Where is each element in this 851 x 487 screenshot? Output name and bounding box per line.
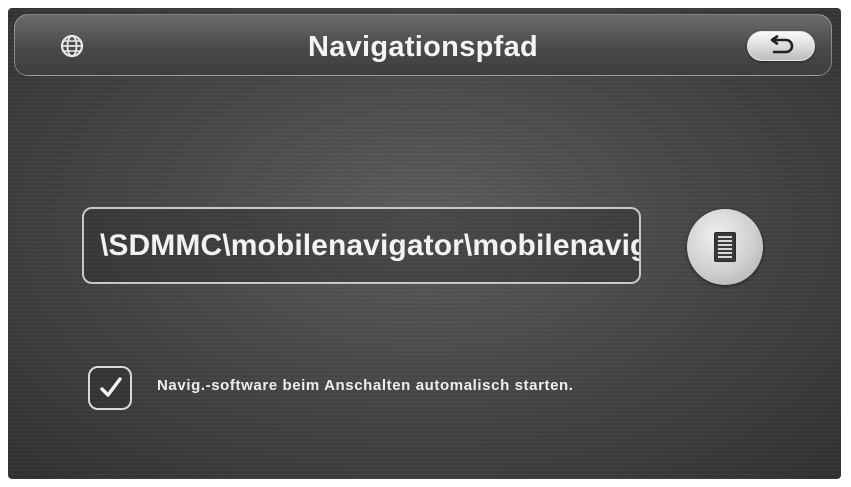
navigation-path-screen: Navigationspfad \SDMMC\mobilenavigator\m… — [8, 8, 841, 479]
checkmark-icon — [100, 377, 122, 397]
autostart-checkbox[interactable] — [88, 366, 132, 410]
document-list-icon — [714, 232, 736, 262]
title-bar: Navigationspfad — [14, 14, 832, 76]
return-arrow-icon — [770, 35, 794, 54]
navigation-path-value: \SDMMC\mobilenavigator\mobilenavig — [100, 229, 641, 262]
browse-button[interactable] — [687, 209, 763, 285]
autostart-label: Navig.-software beim Anschalten automali… — [157, 377, 574, 394]
navigation-path-input[interactable]: \SDMMC\mobilenavigator\mobilenavig — [82, 207, 641, 284]
page-title: Navigationspfad — [307, 31, 539, 63]
back-button[interactable] — [747, 31, 815, 61]
